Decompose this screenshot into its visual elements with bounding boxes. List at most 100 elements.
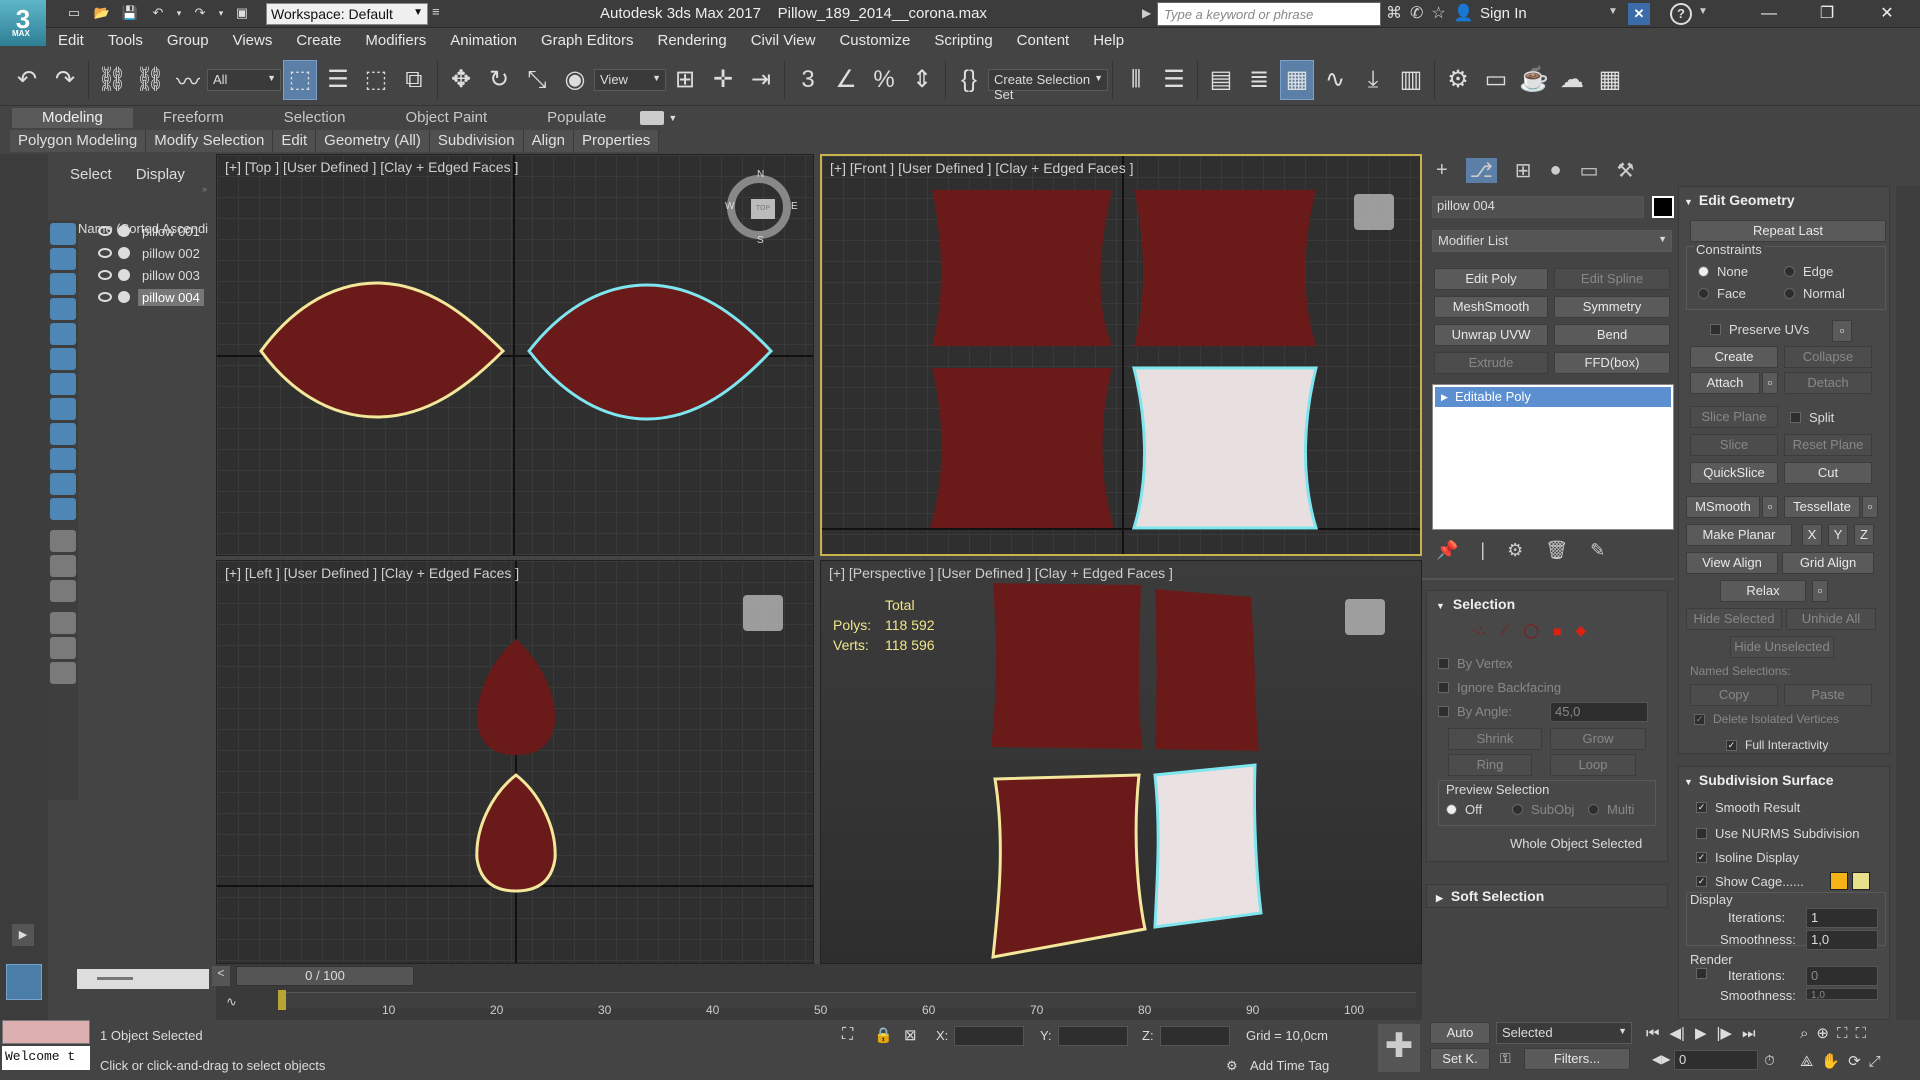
ribbon-properties[interactable]: Properties [574, 130, 660, 152]
rectangular-selection-icon[interactable]: ⬚ [359, 60, 393, 100]
quickslice-button[interactable]: QuickSlice [1690, 462, 1778, 484]
pillow-front-4-selected[interactable] [1131, 366, 1319, 530]
cage-color-swatch-1[interactable] [1830, 872, 1848, 890]
paste-named-selection-button[interactable]: Paste [1784, 684, 1872, 706]
ignore-backfacing-checkbox[interactable]: Ignore Backfacing [1438, 680, 1561, 695]
subdivision-title[interactable]: ▼ Subdivision Surface [1684, 772, 1834, 788]
tab-modeling[interactable]: Modeling [12, 108, 133, 128]
tab-selection[interactable]: Selection [254, 108, 376, 128]
menu-modifiers[interactable]: Modifiers [353, 28, 438, 54]
by-vertex-checkbox[interactable]: By Vertex [1438, 656, 1513, 671]
set-key-icon[interactable]: ✚ [1378, 1024, 1420, 1072]
smoothness-spinner[interactable]: 1,0 [1806, 930, 1878, 950]
filter-helpers-icon[interactable] [50, 323, 76, 345]
rotate-icon[interactable]: ↻ [482, 60, 516, 100]
select-by-name-icon[interactable]: ☰ [321, 60, 355, 100]
curve-editor-mini-icon[interactable]: ∿ [226, 994, 237, 1010]
undo-icon[interactable]: ↶ [10, 60, 44, 100]
msmooth-settings-icon[interactable]: ▫ [1762, 496, 1778, 518]
tab-object-paint[interactable]: Object Paint [375, 108, 517, 128]
go-to-end-icon[interactable]: ⏭ [1742, 1025, 1756, 1042]
viewcube[interactable]: TOP [751, 199, 775, 219]
pillow-side-2[interactable] [475, 773, 557, 893]
cage-color-swatch-2[interactable] [1852, 872, 1870, 890]
zoom-all-icon[interactable]: ⊕ [1816, 1024, 1829, 1042]
planar-x-button[interactable]: X [1802, 524, 1822, 546]
zoom-extents-icon[interactable]: ⛶ [1837, 1025, 1848, 1042]
search-input[interactable]: Type a keyword or phrase [1157, 2, 1381, 26]
maximize-viewport-icon[interactable]: ⤢ [1869, 1053, 1881, 1070]
hide-unselected-button[interactable]: Hide Unselected [1730, 636, 1834, 658]
grow-button[interactable]: Grow [1550, 728, 1646, 750]
ribbon-polygon-modeling[interactable]: Polygon Modeling [10, 130, 147, 152]
constraint-none-radio[interactable]: None [1698, 264, 1748, 279]
auto-key-button[interactable]: Auto [1430, 1022, 1490, 1044]
attach-button[interactable]: Attach [1690, 372, 1760, 394]
modifier-list-select[interactable]: Modifier List ▼ [1432, 230, 1672, 252]
hide-selected-button[interactable]: Hide Selected [1686, 608, 1782, 630]
list-item[interactable]: pillow 002 [78, 242, 208, 264]
render-smoothness-spinner[interactable]: 1,0 [1806, 988, 1878, 1000]
prev-key-icon[interactable]: ◀| [1670, 1024, 1685, 1042]
reset-plane-button[interactable]: Reset Plane [1784, 434, 1872, 456]
modify-panel-icon[interactable]: ⎇ [1465, 157, 1497, 183]
percent-snap-icon[interactable]: % [867, 60, 901, 100]
scene-explorer-icon[interactable]: ▤ [1204, 60, 1238, 100]
menu-create[interactable]: Create [284, 28, 353, 54]
key-mode-select[interactable]: Selected ▼ [1496, 1022, 1632, 1044]
display-panel-icon[interactable]: ▭ [1580, 158, 1599, 183]
list-item[interactable]: pillow 001 [78, 220, 208, 242]
show-end-result-icon[interactable]: | [1480, 540, 1485, 561]
restore-icon[interactable]: ❐ [1804, 0, 1850, 28]
menu-civil-view[interactable]: Civil View [739, 28, 828, 54]
frame-slider[interactable]: 0 / 100 [236, 966, 414, 986]
scale-icon[interactable]: ⤡ [520, 60, 554, 100]
filter-cameras-icon[interactable] [50, 298, 76, 320]
place-icon[interactable]: ◉ [558, 60, 592, 100]
menu-scripting[interactable]: Scripting [922, 28, 1004, 54]
create-panel-icon[interactable]: + [1436, 159, 1448, 182]
full-interactivity-checkbox[interactable]: ✓ Full Interactivity [1726, 738, 1828, 752]
render-cloud-icon[interactable]: ☁ [1555, 60, 1589, 100]
angle-spinner[interactable]: 45,0 [1550, 702, 1648, 722]
slice-button[interactable]: Slice [1690, 434, 1778, 456]
edit-named-selection-icon[interactable]: {} [952, 60, 986, 100]
viewport-layout-icon[interactable] [6, 964, 42, 1000]
minimize-icon[interactable]: — [1746, 0, 1792, 28]
remove-modifier-icon[interactable]: 🗑 [1545, 540, 1568, 561]
vertex-mode-icon[interactable]: ·∴ [1472, 622, 1486, 639]
render-toggle-icon[interactable] [118, 269, 130, 281]
soft-selection-title[interactable]: ▶ Soft Selection [1436, 888, 1544, 904]
constraint-face-radio[interactable]: Face [1698, 286, 1746, 301]
filter-containers-icon[interactable] [50, 448, 76, 470]
render-toggle-icon[interactable] [118, 247, 130, 259]
preserve-uvs-checkbox[interactable]: Preserve UVs [1710, 322, 1809, 337]
zoom-extents-all-icon[interactable]: ⛶ [1856, 1025, 1867, 1042]
shrink-button[interactable]: Shrink [1448, 728, 1542, 750]
move-icon[interactable]: ✥ [444, 60, 478, 100]
help-dropdown-icon[interactable]: ▼ [1698, 6, 1708, 17]
reference-coordinate-select[interactable]: View ▼ [594, 68, 666, 91]
next-key-icon[interactable]: |▶ [1717, 1024, 1732, 1042]
find-icon[interactable] [50, 612, 76, 634]
element-mode-icon[interactable]: ◆ [1576, 622, 1587, 639]
create-button[interactable]: Create [1690, 346, 1778, 368]
filter-geometry-icon[interactable] [50, 223, 76, 245]
viewport-left[interactable]: [+] [Left ] [User Defined ] [Clay + Edge… [216, 560, 814, 964]
filter-frozen-icon[interactable] [50, 473, 76, 495]
pillow-persp-4-selected[interactable] [1153, 763, 1263, 929]
polygon-mode-icon[interactable]: ■ [1553, 623, 1561, 639]
pillow-persp-1[interactable] [991, 583, 1143, 749]
customize-qat-icon[interactable]: ≡ [432, 4, 446, 24]
tessellate-button[interactable]: Tessellate [1784, 496, 1860, 518]
x-coordinate-field[interactable] [954, 1026, 1024, 1046]
play-icon[interactable]: ▶ [1695, 1024, 1707, 1042]
absolute-mode-icon[interactable]: ⊠ [904, 1026, 917, 1044]
selection-rollout-title[interactable]: ▼ Selection [1436, 596, 1515, 612]
render-setup-icon[interactable]: ⚙ [1441, 60, 1475, 100]
ribbon-align[interactable]: Align [524, 130, 574, 152]
eye-icon[interactable] [98, 270, 112, 280]
viewport-label-top[interactable]: [+] [Top ] [User Defined ] [Clay + Edged… [225, 159, 518, 175]
star-icon[interactable]: ☆ [1431, 3, 1445, 23]
collapse-arrow-icon[interactable]: » [202, 184, 207, 194]
